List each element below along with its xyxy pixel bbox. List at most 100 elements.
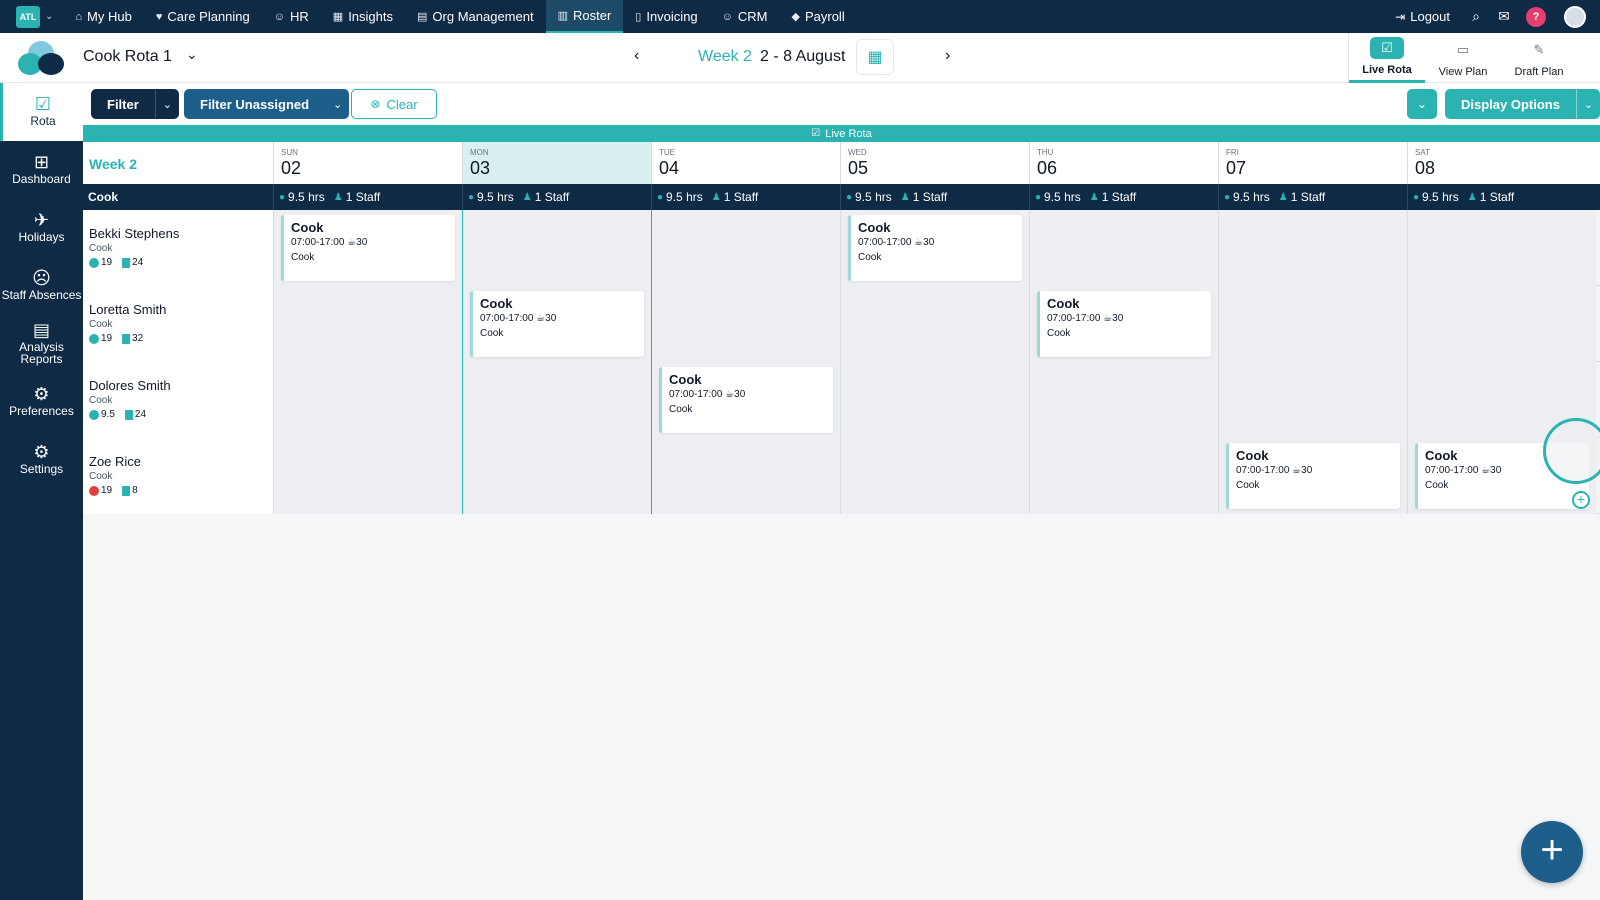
- day-slot[interactable]: [651, 286, 840, 362]
- add-button[interactable]: +: [1521, 821, 1583, 883]
- day-slot[interactable]: Cook 07:00-17:00 ☕30 Cook: [462, 286, 651, 362]
- add-shift-icon[interactable]: +: [1572, 491, 1590, 509]
- clock-icon: ●: [1413, 191, 1420, 203]
- nav-item-crm[interactable]: ☺ CRM: [710, 0, 780, 33]
- staff-info[interactable]: Zoe Rice Cook 19 8: [83, 438, 273, 514]
- display-options-button[interactable]: Display Options: [1445, 89, 1576, 119]
- calendar-button[interactable]: ▦: [856, 39, 894, 75]
- day-slot[interactable]: [273, 286, 462, 362]
- day-slot[interactable]: [462, 210, 651, 286]
- chevron-down-icon[interactable]: ⌄: [186, 46, 198, 63]
- nav-item-roster[interactable]: ▥ Roster: [545, 0, 624, 33]
- day-slot[interactable]: [1029, 210, 1218, 286]
- staff-count: 24: [134, 409, 147, 420]
- sidebar-item-preferences[interactable]: ⚙ Preferences: [0, 373, 83, 431]
- staff-count: 1 Staff: [912, 190, 948, 204]
- nav-item-payroll[interactable]: ◆ Payroll: [780, 0, 857, 33]
- day-header-thu[interactable]: THU 06: [1029, 142, 1218, 184]
- day-slot[interactable]: Cook 07:00-17:00 ☕30 Cook: [840, 210, 1029, 286]
- nav-item-org-management[interactable]: ▤ Org Management: [405, 0, 546, 33]
- nav-item-care-planning[interactable]: ♥ Care Planning: [144, 0, 262, 33]
- coffee-icon: ☕: [344, 237, 357, 248]
- sidebar-item-dashboard[interactable]: ⊞ Dashboard: [0, 141, 83, 199]
- day-slot[interactable]: [651, 438, 840, 514]
- day-slot[interactable]: Cook 07:00-17:00 ☕30 Cook: [1029, 286, 1218, 362]
- shift-card[interactable]: Cook 07:00-17:00 ☕30 Cook: [1226, 443, 1400, 509]
- rota-title[interactable]: Cook Rota 1: [83, 48, 172, 66]
- day-slot[interactable]: [462, 362, 651, 438]
- day-slot[interactable]: [1029, 362, 1218, 438]
- staff-info[interactable]: Dolores Smith Cook 9.5 24: [83, 362, 273, 438]
- sidebar-item-label: Staff Absences: [1, 287, 82, 302]
- shift-card[interactable]: Cook 07:00-17:00 ☕30 Cook: [848, 215, 1022, 281]
- shift-card[interactable]: Cook 07:00-17:00 ☕30 Cook: [470, 291, 644, 357]
- day-slot[interactable]: [1407, 210, 1596, 286]
- day-header-sat[interactable]: SAT 08: [1407, 142, 1596, 184]
- day-slot[interactable]: [462, 438, 651, 514]
- day-header-tue[interactable]: TUE 04: [651, 142, 840, 184]
- sidebar-item-holidays[interactable]: ✈ Holidays: [0, 199, 83, 257]
- tab-draft-plan[interactable]: ✎ Draft Plan: [1501, 33, 1577, 83]
- day-slot[interactable]: Cook 07:00-17:00 ☕30 Cook: [1218, 438, 1407, 514]
- shift-card[interactable]: Cook 07:00-17:00 ☕30 Cook: [281, 215, 455, 281]
- day-slot[interactable]: [1218, 210, 1407, 286]
- day-header-wed[interactable]: WED 05: [840, 142, 1029, 184]
- mail-icon[interactable]: ✉: [1496, 8, 1512, 25]
- nav-item-invoicing[interactable]: ▯ Invoicing: [623, 0, 709, 33]
- org-switcher[interactable]: ATL ⌄: [16, 5, 53, 28]
- chevron-down-icon[interactable]: ⌄: [154, 89, 179, 119]
- day-number: 06: [1037, 158, 1058, 178]
- filter-unassigned-button[interactable]: Filter Unassigned: [184, 89, 326, 119]
- tab-live-rota[interactable]: ☑ Live Rota: [1349, 33, 1425, 83]
- day-slot[interactable]: [840, 438, 1029, 514]
- clock-icon: ●: [657, 191, 664, 203]
- sidebar-item-rota[interactable]: ☑ Rota: [0, 83, 83, 141]
- day-header-fri[interactable]: FRI 07: [1218, 142, 1407, 184]
- day-header-mon[interactable]: MON 03: [462, 142, 651, 184]
- filter-button[interactable]: Filter: [91, 89, 155, 119]
- day-slot[interactable]: [1029, 438, 1218, 514]
- staff-meta: 19 24: [89, 257, 267, 268]
- day-slot[interactable]: Cook 07:00-17:00 ☕30 Cook: [273, 210, 462, 286]
- previous-week-button[interactable]: ‹: [634, 47, 639, 65]
- nav-item-my-hub[interactable]: ⌂ My Hub: [63, 0, 143, 33]
- collapse-button[interactable]: ⌄: [1407, 89, 1437, 119]
- next-week-button[interactable]: ›: [945, 47, 950, 65]
- day-slot[interactable]: [1218, 362, 1407, 438]
- staff-info[interactable]: Bekki Stephens Cook 19 24: [83, 210, 273, 286]
- day-slot[interactable]: [840, 362, 1029, 438]
- sidebar-item-settings[interactable]: ⚙ Settings: [0, 431, 83, 489]
- day-of-week: SUN: [281, 148, 298, 157]
- nav-item-hr[interactable]: ☺ HR: [262, 0, 321, 33]
- sidebar-item-staff-absences[interactable]: ☹ Staff Absences: [0, 257, 83, 315]
- day-slot[interactable]: Cook 07:00-17:00 ☕30 Cook: [651, 362, 840, 438]
- day-slot[interactable]: [273, 438, 462, 514]
- shift-card[interactable]: Cook 07:00-17:00 ☕30 Cook: [1037, 291, 1211, 357]
- search-icon[interactable]: ⌕: [1468, 8, 1484, 25]
- tab-view-plan[interactable]: ▭ View Plan: [1425, 33, 1501, 83]
- filter-unassigned-split-button: Filter Unassigned ⌄: [184, 89, 350, 119]
- clear-button[interactable]: ⊗ Clear: [351, 89, 437, 119]
- user-icon: ♟: [333, 191, 343, 203]
- week-label: Week 2: [698, 48, 752, 65]
- staff-role: Cook: [89, 243, 113, 254]
- day-header-sun[interactable]: SUN 02: [273, 142, 462, 184]
- drag-indicator: [1543, 418, 1600, 484]
- staff-role: Cook: [89, 471, 113, 482]
- avatar[interactable]: [1564, 5, 1586, 28]
- chevron-down-icon[interactable]: ⌄: [1575, 89, 1600, 119]
- logout-link[interactable]: ⇥ Logout: [1395, 9, 1450, 24]
- day-slot[interactable]: [273, 362, 462, 438]
- staff-info[interactable]: Loretta Smith Cook 19 32: [83, 286, 273, 362]
- day-slot[interactable]: [651, 210, 840, 286]
- chevron-down-icon[interactable]: ⌄: [325, 89, 350, 119]
- nav-item-insights[interactable]: ▦ Insights: [321, 0, 405, 33]
- staff-row: Dolores Smith Cook 9.5 24 Cook 07:00-17:00 ☕3…: [83, 362, 1600, 438]
- day-slot[interactable]: [1218, 286, 1407, 362]
- day-of-week: TUE: [659, 148, 675, 157]
- shift-card[interactable]: Cook 07:00-17:00 ☕30 Cook: [659, 367, 833, 433]
- day-slot[interactable]: [1407, 286, 1596, 362]
- day-slot[interactable]: [840, 286, 1029, 362]
- help-icon[interactable]: ?: [1526, 6, 1546, 27]
- sidebar-item-analysis-reports[interactable]: ▤ Analysis Reports: [0, 315, 83, 373]
